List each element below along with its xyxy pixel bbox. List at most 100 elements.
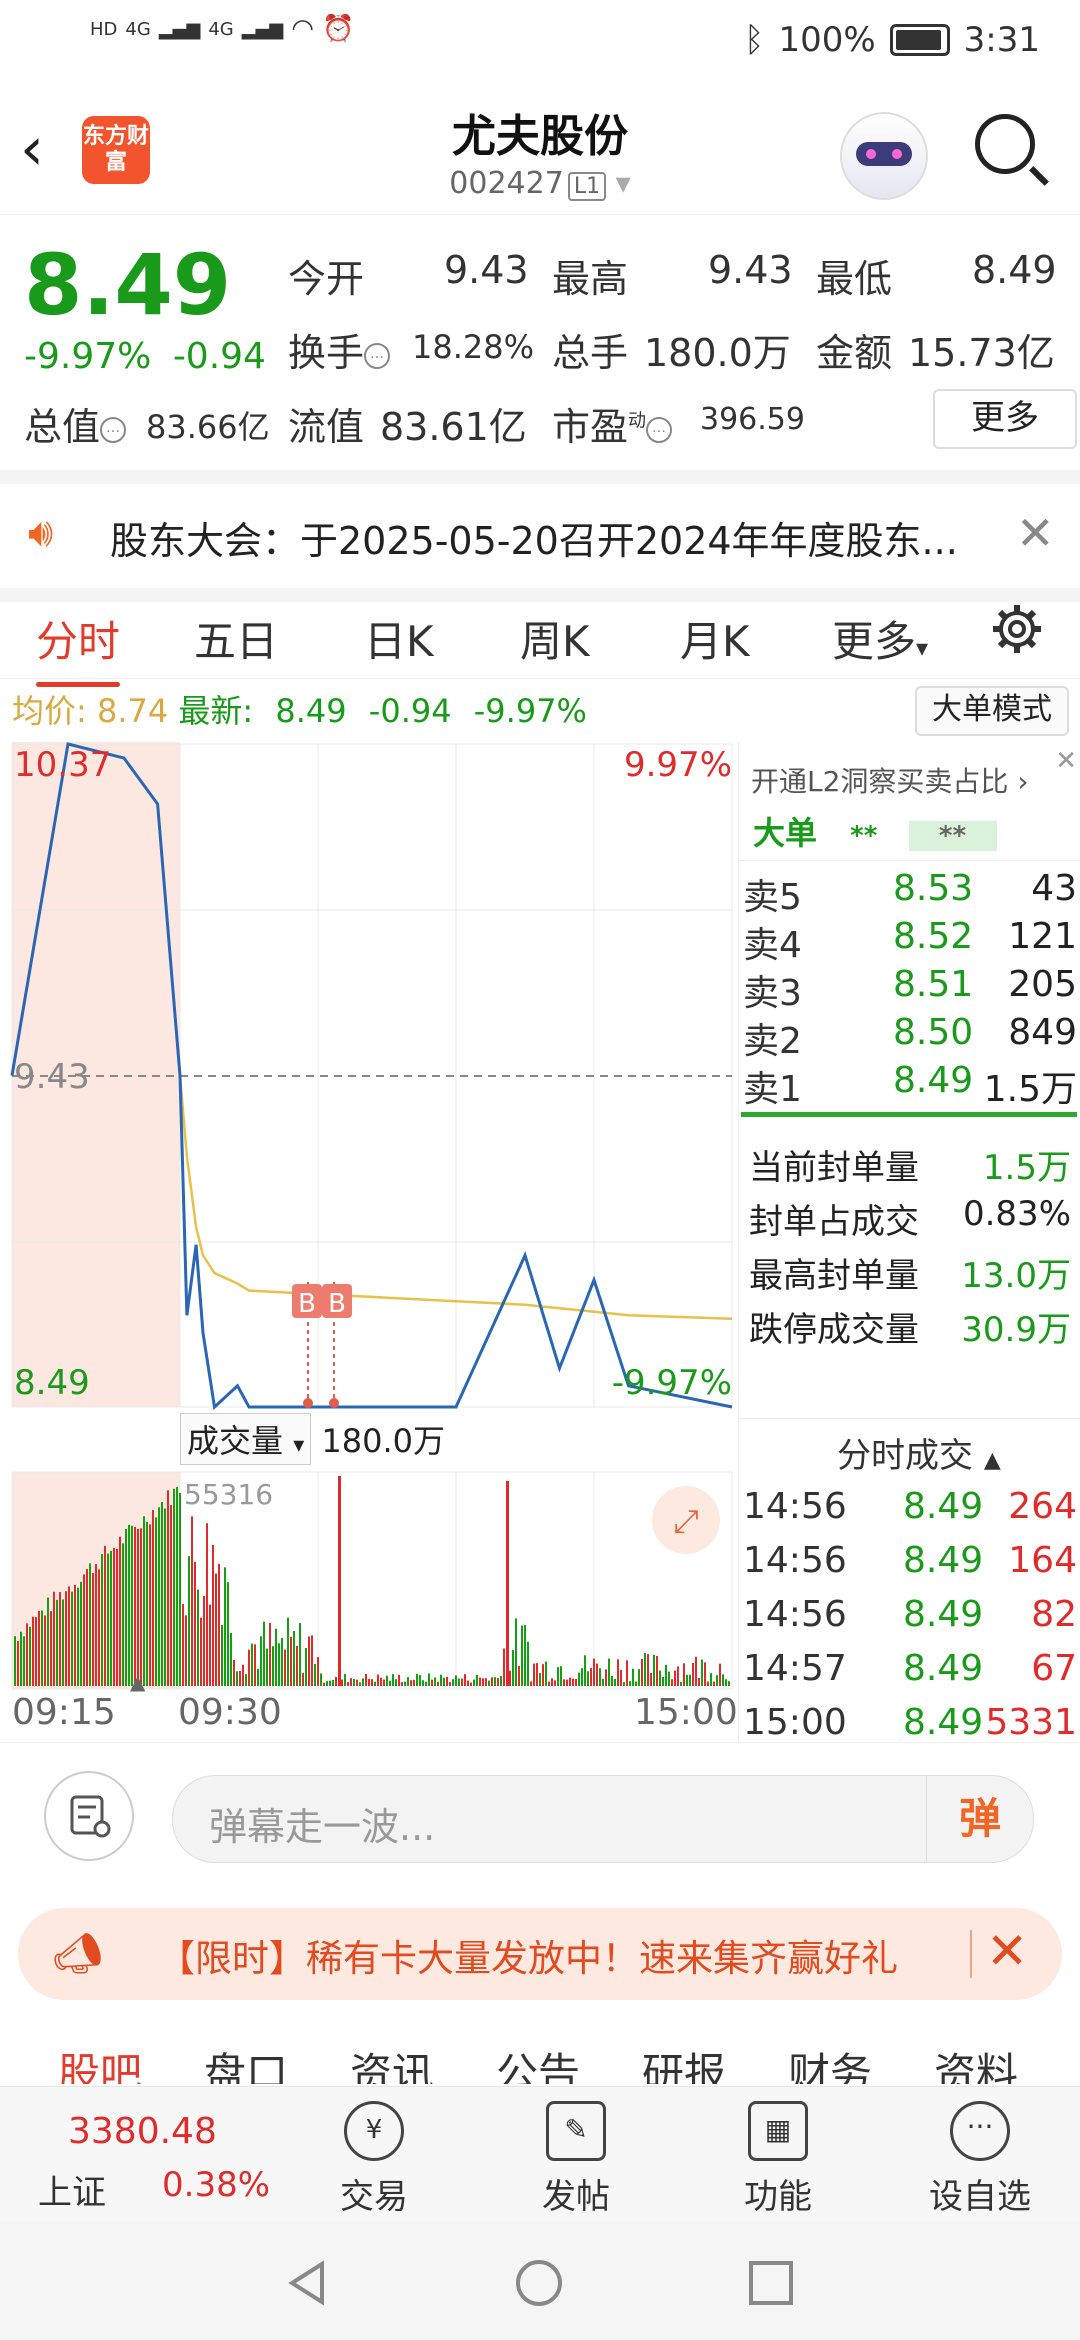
seal-row: 跌停成交量 30.9万 xyxy=(749,1310,1071,1350)
low-label: 最低 xyxy=(816,257,893,301)
subtab-announcements[interactable]: 公告 xyxy=(496,2040,580,2084)
nav-trade[interactable]: ¥ 交易 xyxy=(314,2101,434,2218)
more-button[interactable]: 更多 xyxy=(933,389,1077,449)
notice-bar[interactable]: 🔊︎ 股东大会：于2025-05-20召开2024年年度股东... ✕ xyxy=(0,470,1080,602)
orderbook-row[interactable]: 卖4 8.52 121 xyxy=(743,916,1077,966)
volume-bar xyxy=(476,1674,478,1686)
gear-icon[interactable] xyxy=(990,602,1044,656)
volume-bar xyxy=(269,1622,271,1686)
volume-bar xyxy=(353,1678,355,1686)
tab-five-day[interactable]: 五日 xyxy=(194,608,278,669)
volume-bar xyxy=(203,1596,205,1686)
volume-bar xyxy=(35,1617,37,1686)
volume-bar xyxy=(245,1674,247,1686)
info-dots-icon[interactable]: … xyxy=(646,416,673,443)
subtab-profile[interactable]: 资料 xyxy=(934,2040,1018,2084)
nav-back-icon[interactable] xyxy=(282,2258,332,2308)
volume-bar xyxy=(218,1563,220,1686)
robot-assistant-icon[interactable] xyxy=(840,112,928,200)
volume-bar xyxy=(671,1679,673,1686)
volume-bar xyxy=(182,1604,184,1686)
volume-header: 成交量 ▾ 180.0万 xyxy=(180,1413,445,1465)
volume-bar xyxy=(26,1623,28,1686)
volume-bar xyxy=(596,1663,598,1686)
volume-bar xyxy=(587,1671,589,1686)
volume-bar xyxy=(161,1501,163,1686)
close-icon[interactable]: ✕ xyxy=(1016,506,1055,560)
nav-recents-icon[interactable] xyxy=(746,2258,796,2308)
sub-tabs: 股吧 盘口 资讯 公告 研报 财务 资料 xyxy=(0,2014,1080,2084)
tab-monthly-k[interactable]: 月K xyxy=(680,608,750,669)
volume-bar xyxy=(398,1674,400,1686)
grid-icon: ▦ xyxy=(748,2101,808,2161)
volume-bar xyxy=(317,1657,319,1686)
subtab-guba[interactable]: 股吧 xyxy=(58,2040,142,2084)
y-axis-top-price: 10.37 xyxy=(14,745,111,785)
volume-bar xyxy=(521,1625,523,1686)
nav-post[interactable]: ✎ 发帖 xyxy=(516,2101,636,2218)
subtab-pankou[interactable]: 盘口 xyxy=(204,2040,288,2084)
nav-add-watchlist[interactable]: ··· 设自选 xyxy=(920,2101,1040,2218)
volume-bar xyxy=(338,1476,341,1686)
ticks-header[interactable]: 分时成交 ▲ xyxy=(837,1428,1001,1477)
volume-bar xyxy=(605,1669,607,1686)
subtab-finance[interactable]: 财务 xyxy=(788,2040,872,2084)
stock-code: 002427 xyxy=(449,166,564,201)
tab-intraday[interactable]: 分时 xyxy=(36,608,121,687)
close-icon[interactable]: ✕ xyxy=(986,1922,1028,1980)
volume-bar xyxy=(647,1654,649,1686)
orderbook-row[interactable]: 卖2 8.50 849 xyxy=(743,1012,1077,1062)
amount-value: 15.73亿 xyxy=(908,331,1055,375)
volume-bar xyxy=(473,1679,475,1686)
volume-bar xyxy=(452,1679,454,1686)
volume-bar xyxy=(173,1488,175,1686)
turnover-value: 18.28% xyxy=(412,328,535,366)
buy-marker-label: B xyxy=(328,1289,346,1319)
danmaku-send-button[interactable]: 弹 xyxy=(926,1776,1033,1862)
volume-bar xyxy=(635,1681,637,1686)
volume-bar xyxy=(368,1678,370,1686)
intraday-chart[interactable]: B B 10.37 9.97% 9.43 8.49 -9.97% 55316 ⤢ xyxy=(0,742,736,1692)
tab-daily-k[interactable]: 日K xyxy=(364,608,434,669)
info-dots-icon[interactable]: … xyxy=(364,342,391,369)
big-order-mode-button[interactable]: 大单模式 xyxy=(915,686,1069,736)
volume-bar xyxy=(209,1604,211,1686)
bottom-nav: 3380.48 上证 0.38% ¥ 交易 ✎ 发帖 ▦ 功能 ··· 设自选 xyxy=(0,2086,1080,2223)
volume-bar xyxy=(656,1655,658,1686)
volume-bar xyxy=(104,1545,106,1686)
comment-settings-icon[interactable] xyxy=(44,1771,134,1861)
orderbook-row[interactable]: 卖3 8.51 205 xyxy=(743,964,1077,1014)
subtab-research[interactable]: 研报 xyxy=(642,2040,726,2084)
y-axis-top-pct: 9.97% xyxy=(624,745,732,785)
subtab-news[interactable]: 资讯 xyxy=(350,2040,434,2084)
promo-text[interactable]: 【限时】稀有卡大量发放中！速来集齐赢好礼 xyxy=(158,1928,898,1982)
notice-text[interactable]: 股东大会：于2025-05-20召开2024年年度股东... xyxy=(110,510,958,565)
orderbook-row[interactable]: 卖5 8.53 43 xyxy=(743,868,1077,918)
danmaku-input[interactable]: 弹幕走一波... 弹 xyxy=(172,1775,1034,1863)
info-dots-icon[interactable]: … xyxy=(100,416,127,443)
nav-home-icon[interactable] xyxy=(514,2258,564,2308)
index-value: 3380.48 xyxy=(68,2111,217,2152)
close-icon[interactable]: ✕ xyxy=(1055,746,1077,776)
volume-bar xyxy=(575,1678,577,1686)
turnover-label[interactable]: 换手… xyxy=(288,322,391,377)
price-info-line: 均价: 8.74 最新: 8.49 -0.94 -9.97% xyxy=(12,686,587,732)
nav-functions[interactable]: ▦ 功能 xyxy=(718,2101,838,2218)
tab-more[interactable]: 更多▾ xyxy=(832,608,928,669)
tab-weekly-k[interactable]: 周K xyxy=(520,608,590,669)
promo-banner[interactable]: 📣︎ 【限时】稀有卡大量发放中！速来集齐赢好礼 ✕ xyxy=(18,1908,1062,2000)
volume-bar xyxy=(95,1564,97,1686)
l2-banner[interactable]: 开通L2洞察买卖占比 › xyxy=(751,760,1029,800)
pe-label[interactable]: 市盈动… xyxy=(552,396,673,451)
volume-value: 180.0万 xyxy=(644,331,791,375)
volume-bar xyxy=(299,1623,301,1686)
volume-bar xyxy=(623,1681,625,1686)
volume-bar xyxy=(629,1681,631,1686)
search-icon[interactable] xyxy=(975,114,1035,174)
orderbook-row[interactable]: 卖1 8.49 1.5万 xyxy=(743,1060,1077,1110)
index-ticker[interactable]: 3380.48 上证 0.38% xyxy=(0,2087,290,2223)
market-cap-label[interactable]: 总值… xyxy=(24,396,127,451)
volume-bar xyxy=(221,1624,223,1686)
volume-bar xyxy=(728,1681,730,1686)
volume-selector[interactable]: 成交量 ▾ xyxy=(180,1413,312,1465)
